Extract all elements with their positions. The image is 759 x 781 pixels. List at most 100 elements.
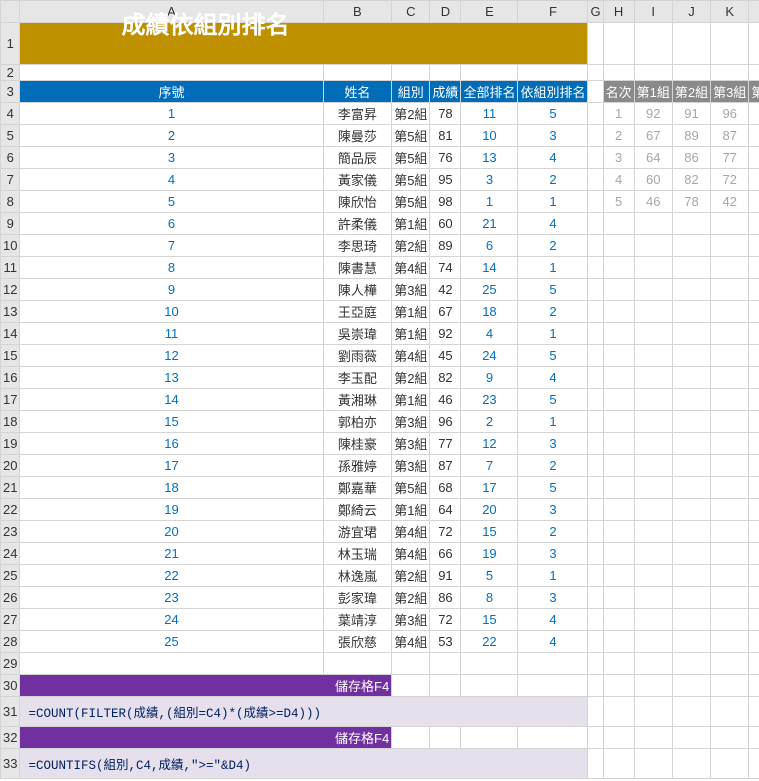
row-header-10[interactable]: 10 [1,235,20,257]
cell-E29[interactable] [461,653,518,675]
data-name[interactable]: 陳欣怡 [323,191,392,213]
cell-H11[interactable] [603,257,634,279]
cell-J13[interactable] [672,301,710,323]
formula-1-merge[interactable] [392,697,430,727]
side-val[interactable]: 91 [672,103,710,125]
cell-E30[interactable] [461,675,518,697]
data-group[interactable]: 第5組 [392,477,430,499]
row-header-15[interactable]: 15 [1,345,20,367]
formula-2-merge[interactable] [392,749,430,779]
cell-H25[interactable] [603,565,634,587]
cell-K10[interactable] [711,235,749,257]
cell-I16[interactable] [634,367,672,389]
data-rank-all[interactable]: 2 [461,411,518,433]
cell-L29[interactable] [749,653,759,675]
cell-G30[interactable] [588,675,603,697]
data-name[interactable]: 孫雅婷 [323,455,392,477]
data-rank-grp[interactable]: 4 [518,147,588,169]
cell-K20[interactable] [711,455,749,477]
data-rank-all[interactable]: 21 [461,213,518,235]
data-no[interactable]: 1 [20,103,323,125]
data-name[interactable]: 郭柏亦 [323,411,392,433]
cell-I21[interactable] [634,477,672,499]
select-all-corner[interactable] [1,1,20,23]
data-rank-grp[interactable]: 1 [518,257,588,279]
data-group[interactable]: 第2組 [392,103,430,125]
row-header-25[interactable]: 25 [1,565,20,587]
data-group[interactable]: 第4組 [392,521,430,543]
cell-J29[interactable] [672,653,710,675]
cell-I23[interactable] [634,521,672,543]
cell-K26[interactable] [711,587,749,609]
cell-F32[interactable] [518,727,588,749]
cell-K2[interactable] [711,65,749,81]
data-name[interactable]: 陳書慧 [323,257,392,279]
data-no[interactable]: 16 [20,433,323,455]
cell-L21[interactable] [749,477,759,499]
row-header-4[interactable]: 4 [1,103,20,125]
data-rank-grp[interactable]: 5 [518,103,588,125]
row-header-1[interactable]: 1 [1,23,20,65]
side-rank[interactable]: 4 [603,169,634,191]
row-header-20[interactable]: 20 [1,455,20,477]
cell-D32[interactable] [430,727,461,749]
row-header-33[interactable]: 33 [1,749,20,779]
cell-J14[interactable] [672,323,710,345]
cell-J2[interactable] [672,65,710,81]
cell-H10[interactable] [603,235,634,257]
cell-K30[interactable] [711,675,749,697]
cell-K18[interactable] [711,411,749,433]
data-score[interactable]: 45 [430,345,461,367]
cell-L13[interactable] [749,301,759,323]
row-header-16[interactable]: 16 [1,367,20,389]
data-no[interactable]: 13 [20,367,323,389]
data-group[interactable]: 第1組 [392,301,430,323]
data-rank-all[interactable]: 6 [461,235,518,257]
data-name[interactable]: 林逸嵐 [323,565,392,587]
data-no[interactable]: 12 [20,345,323,367]
cell-G20[interactable] [588,455,603,477]
data-name[interactable]: 彭家瑋 [323,587,392,609]
data-rank-grp[interactable]: 4 [518,609,588,631]
data-score[interactable]: 76 [430,147,461,169]
cell-I15[interactable] [634,345,672,367]
data-group[interactable]: 第4組 [392,257,430,279]
cell-L2[interactable] [749,65,759,81]
data-score[interactable]: 68 [430,477,461,499]
cell-J28[interactable] [672,631,710,653]
data-no[interactable]: 19 [20,499,323,521]
data-name[interactable]: 黃家儀 [323,169,392,191]
col-header-H[interactable]: H [603,1,634,23]
formula-2-merge[interactable] [518,749,588,779]
data-rank-all[interactable]: 18 [461,301,518,323]
side-val[interactable]: 82 [672,169,710,191]
col-header-L[interactable]: L [749,1,759,23]
cell-F29[interactable] [518,653,588,675]
cell-J25[interactable] [672,565,710,587]
cell-G6[interactable] [588,147,603,169]
cell-I12[interactable] [634,279,672,301]
cell-K12[interactable] [711,279,749,301]
side-val[interactable]: 78 [672,191,710,213]
cell-H27[interactable] [603,609,634,631]
data-rank-all[interactable]: 22 [461,631,518,653]
data-name[interactable]: 吳崇瑋 [323,323,392,345]
row-header-27[interactable]: 27 [1,609,20,631]
data-group[interactable]: 第2組 [392,367,430,389]
cell-L25[interactable] [749,565,759,587]
data-rank-grp[interactable]: 4 [518,631,588,653]
data-no[interactable]: 11 [20,323,323,345]
data-rank-grp[interactable]: 5 [518,389,588,411]
data-rank-all[interactable]: 13 [461,147,518,169]
cell-I27[interactable] [634,609,672,631]
data-name[interactable]: 葉靖淳 [323,609,392,631]
formula-2-merge[interactable] [323,749,392,779]
data-rank-grp[interactable]: 5 [518,477,588,499]
cell-G1[interactable] [588,23,603,65]
cell-J20[interactable] [672,455,710,477]
row-header-5[interactable]: 5 [1,125,20,147]
cell-G28[interactable] [588,631,603,653]
data-no[interactable]: 6 [20,213,323,235]
data-name[interactable]: 鄭嘉華 [323,477,392,499]
cell-E2[interactable] [461,65,518,81]
